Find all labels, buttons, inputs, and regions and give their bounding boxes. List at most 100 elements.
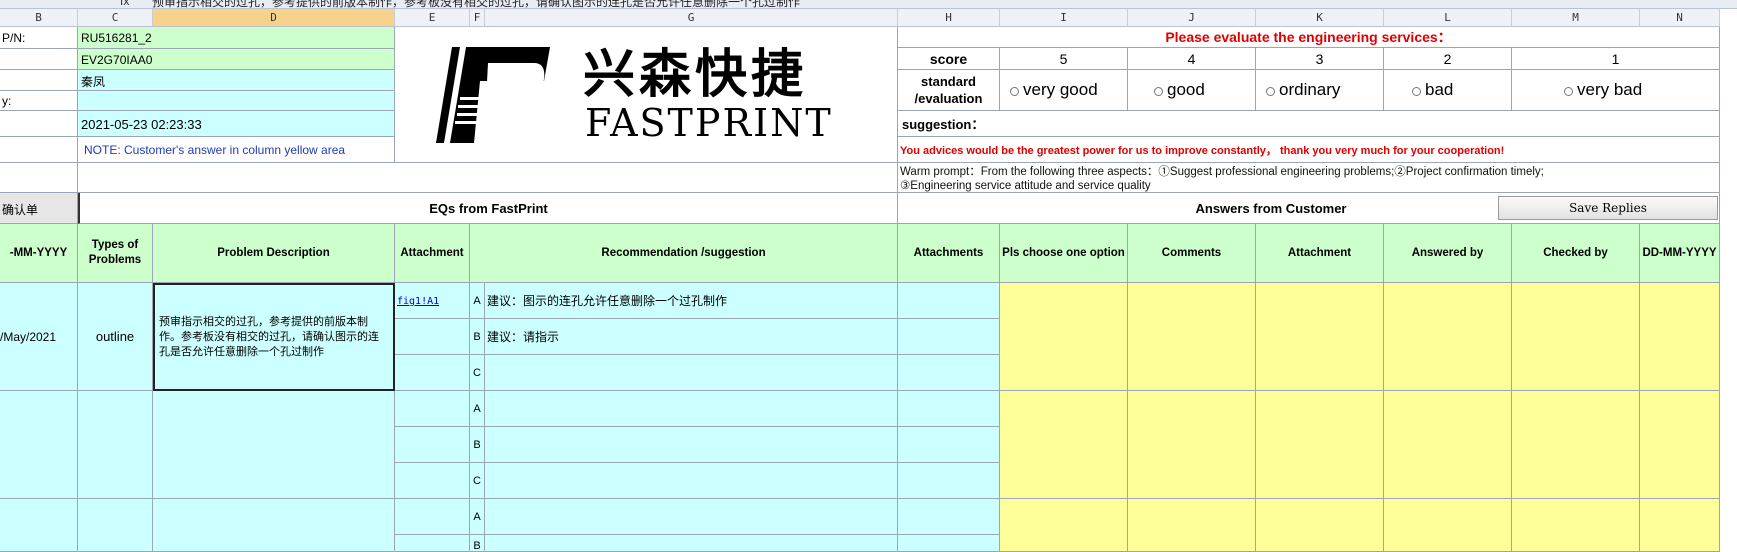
row3-option-a-text[interactable] (485, 499, 898, 535)
row2-problem[interactable] (153, 391, 395, 499)
row3-choose[interactable] (1000, 499, 1128, 552)
left-tab[interactable]: 确认单 (0, 193, 78, 224)
name-value[interactable]: 秦凤 (78, 70, 395, 91)
column-header-c[interactable]: C (78, 9, 153, 27)
radio-icon[interactable] (1154, 87, 1163, 96)
row3-type[interactable] (78, 499, 153, 552)
row1-answered-by[interactable] (1384, 283, 1512, 391)
row1-option-c-letter: C (470, 355, 485, 391)
option-very-good[interactable]: very good (1000, 70, 1128, 111)
row2-attachments-b[interactable] (898, 427, 1000, 463)
row2-comments[interactable] (1128, 391, 1256, 499)
option-bad[interactable]: bad (1384, 70, 1512, 111)
row1-attachment-b[interactable] (395, 319, 470, 355)
column-header-h[interactable]: H (898, 9, 1000, 27)
row1-attachment-customer[interactable] (1256, 283, 1384, 391)
row1-type[interactable]: outline (78, 283, 153, 391)
row1-option-b-letter: B (470, 319, 485, 355)
formula-text[interactable]: 预审指示相交的过孔，参考提供的前版本制作，参考板没有相交的过孔，请确认图示的连孔… (152, 0, 800, 8)
column-header-b[interactable]: B (0, 9, 78, 27)
row2-date[interactable] (0, 391, 78, 499)
row2-option-b-text[interactable] (485, 427, 898, 463)
option-good-label: good (1167, 80, 1205, 99)
column-header-l[interactable]: L (1384, 9, 1512, 27)
score-4: 4 (1128, 48, 1256, 70)
row1-option-a-letter: A (470, 283, 485, 319)
row1-attachments-c[interactable] (898, 355, 1000, 391)
row3-dd[interactable] (1640, 499, 1720, 552)
row1-attachments-a[interactable] (898, 283, 1000, 319)
suggestion-label[interactable]: suggestion： (898, 111, 1720, 137)
header-comments: Comments (1128, 224, 1256, 283)
row2-choose[interactable] (1000, 391, 1128, 499)
column-header-j[interactable]: J (1128, 9, 1256, 27)
fx-icon: fx (120, 0, 130, 8)
row1-dd[interactable] (1640, 283, 1720, 391)
radio-icon[interactable] (1010, 87, 1019, 96)
row2-attachment-customer[interactable] (1256, 391, 1384, 499)
row2-dd[interactable] (1640, 391, 1720, 499)
column-header-k[interactable]: K (1256, 9, 1384, 27)
column-header-m[interactable]: M (1512, 9, 1640, 27)
row2-answered-by[interactable] (1384, 391, 1512, 499)
row3-option-b-text[interactable] (485, 535, 898, 552)
header-attachment-customer: Attachment (1256, 224, 1384, 283)
column-header-i[interactable]: I (1000, 9, 1128, 27)
row2-checked-by[interactable] (1512, 391, 1640, 499)
column-header-d[interactable]: D (153, 9, 395, 27)
column-header-n[interactable]: N (1640, 9, 1720, 27)
row3-option-b-letter: B (470, 535, 485, 552)
radio-icon[interactable] (1564, 87, 1573, 96)
info-blank-1 (0, 49, 78, 70)
option-good[interactable]: good (1128, 70, 1256, 111)
standard-label: standard /evaluation (898, 70, 1000, 111)
row3-problem[interactable] (153, 499, 395, 552)
option-very-bad[interactable]: very bad (1512, 70, 1720, 111)
logo-area: 兴森快捷 FASTPRINT (395, 27, 898, 163)
row2-attachments-a[interactable] (898, 391, 1000, 427)
row3-attachment-b[interactable] (395, 535, 470, 552)
column-header-f[interactable]: F (470, 9, 485, 27)
row3-answered-by[interactable] (1384, 499, 1512, 552)
by-value[interactable] (78, 91, 395, 111)
row2-type[interactable] (78, 391, 153, 499)
row3-checked-by[interactable] (1512, 499, 1640, 552)
radio-icon[interactable] (1412, 87, 1421, 96)
row1-checked-by[interactable] (1512, 283, 1640, 391)
code-value[interactable]: EV2G70IAA0 (78, 49, 395, 70)
row1-choose[interactable] (1000, 283, 1128, 391)
row2-option-a-text[interactable] (485, 391, 898, 427)
row2-attachment-a[interactable] (395, 391, 470, 427)
header-recommendation: Recommendation /suggestion (470, 224, 898, 283)
row3-comments[interactable] (1128, 499, 1256, 552)
row1-problem[interactable]: 预审指示相交的过孔，参考提供的前版本制作。参考板没有相交的过孔，请确认图示的连孔… (153, 283, 395, 391)
row2-attachment-b[interactable] (395, 427, 470, 463)
formula-bar[interactable]: fx 预审指示相交的过孔，参考提供的前版本制作，参考板没有相交的过孔，请确认图示… (0, 0, 1737, 9)
column-header-g[interactable]: G (485, 9, 898, 27)
row1-option-a-text[interactable]: 建议：图示的连孔允许任意删除一个过孔制作 (485, 283, 898, 319)
row2-attachments-c[interactable] (898, 463, 1000, 499)
row3-attachment-customer[interactable] (1256, 499, 1384, 552)
row3-attachments-a[interactable] (898, 499, 1000, 535)
row1-attachment[interactable]: fig1!A1 (395, 283, 470, 319)
row2-option-c-text[interactable] (485, 463, 898, 499)
option-ordinary[interactable]: ordinary (1256, 70, 1384, 111)
column-header-e[interactable]: E (395, 9, 470, 27)
evaluation-title: Please evaluate the engineering services… (898, 27, 1720, 48)
row1-comments[interactable] (1128, 283, 1256, 391)
row1-option-c-text[interactable] (485, 355, 898, 391)
pn-value[interactable]: RU516281_2 (78, 27, 395, 49)
row3-attachment-a[interactable] (395, 499, 470, 535)
row1-attachments-b[interactable] (898, 319, 1000, 355)
row1-option-b-text[interactable]: 建议：请指示 (485, 319, 898, 355)
row2-attachment-c[interactable] (395, 463, 470, 499)
attachment-link[interactable]: fig1!A1 (397, 296, 439, 307)
row3-date[interactable] (0, 499, 78, 552)
radio-icon[interactable] (1266, 87, 1275, 96)
row1-attachment-c[interactable] (395, 355, 470, 391)
date-value[interactable]: 2021-05-23 02:23:33 (78, 111, 395, 137)
save-replies-button[interactable]: Save Replies (1498, 196, 1718, 220)
header-problem: Problem Description (153, 224, 395, 283)
row1-date[interactable]: /May/2021 (0, 283, 78, 391)
row3-attachments-b[interactable] (898, 535, 1000, 552)
